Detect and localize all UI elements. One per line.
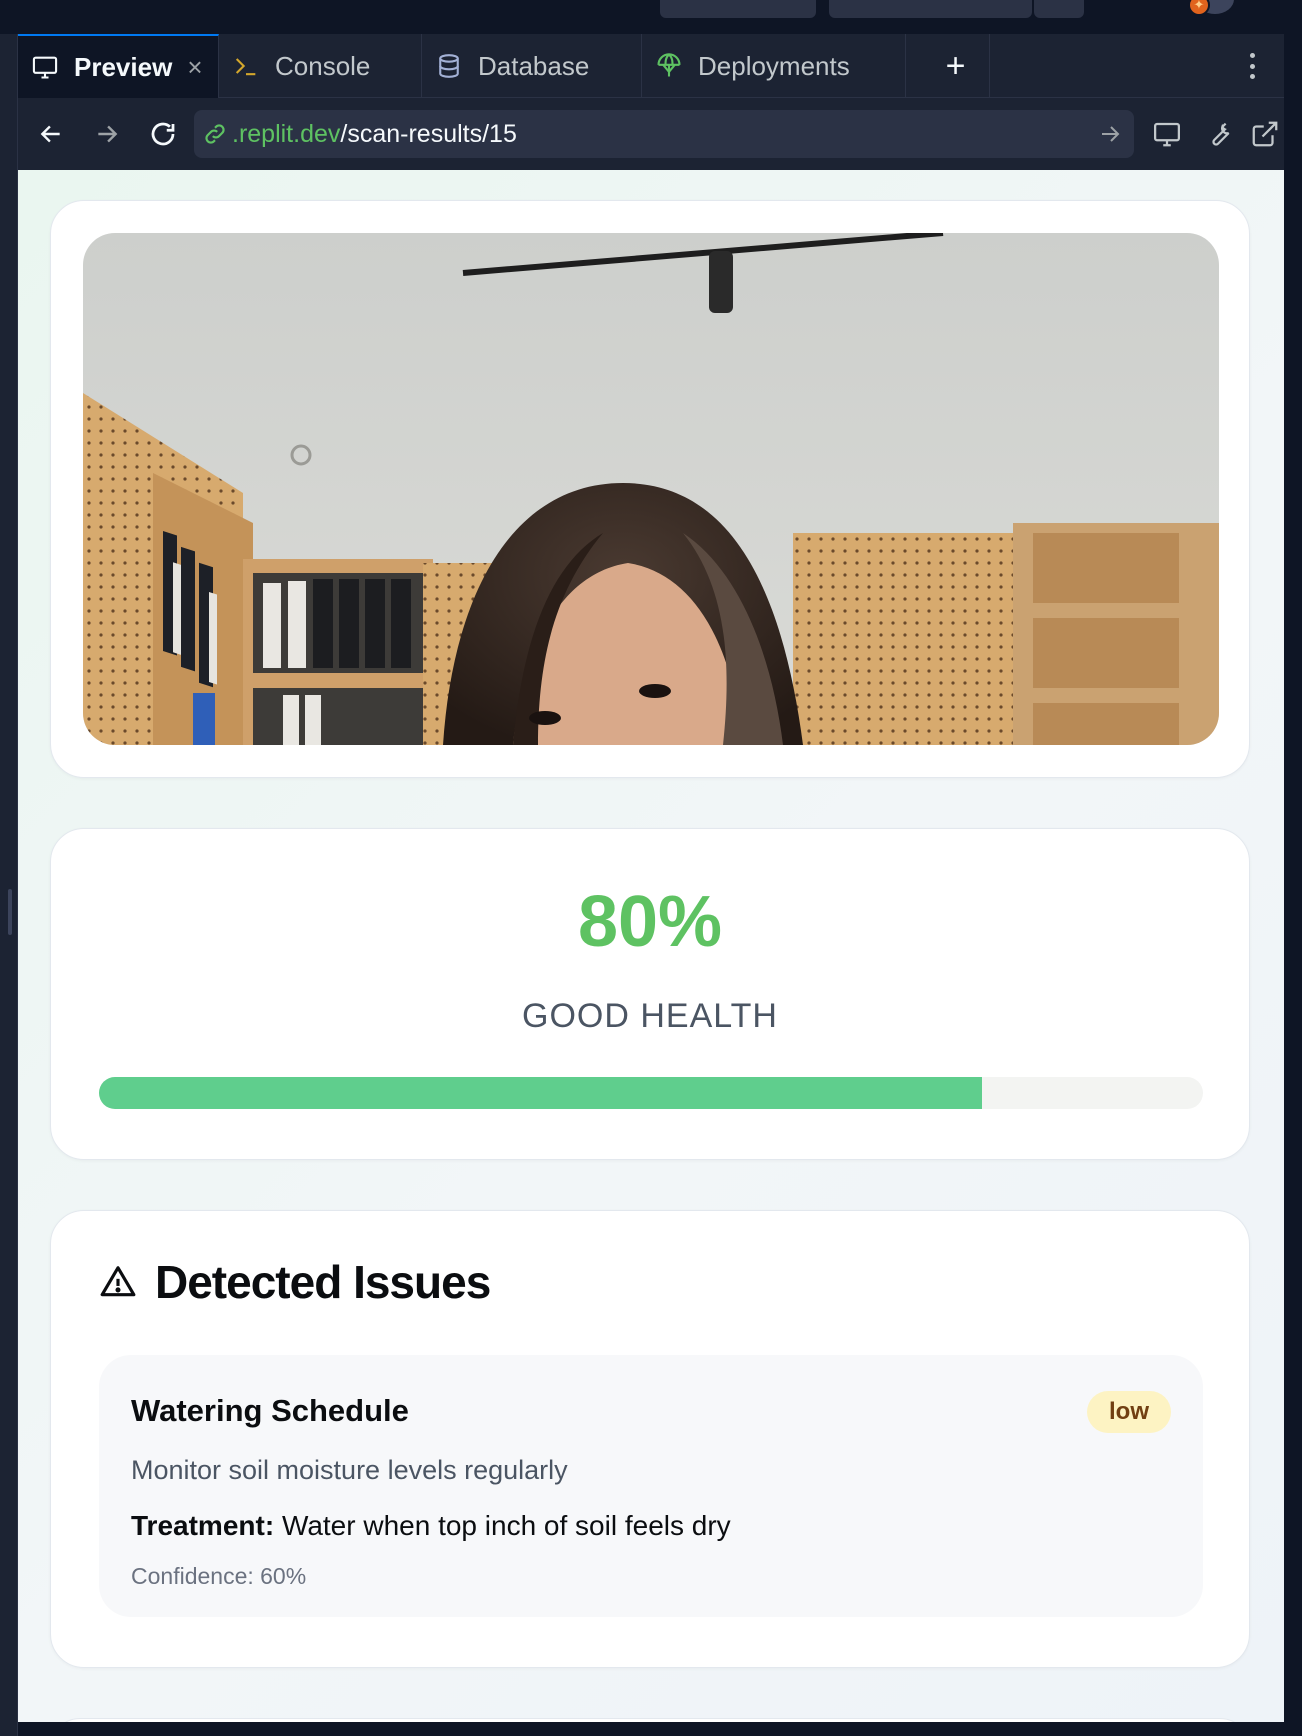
- preview-viewport: 80% GOOD HEALTH Detected Issues Watering…: [18, 170, 1284, 1722]
- issue-confidence: Confidence: 60%: [131, 1563, 307, 1589]
- external-link-icon: [1252, 121, 1278, 147]
- health-progress-fill: [99, 1077, 983, 1109]
- treatment-label: Treatment:: [131, 1510, 275, 1541]
- add-tab-button[interactable]: +: [922, 34, 990, 98]
- top-toolbar-pill[interactable]: [1034, 0, 1084, 18]
- url-bar: .replit.dev/scan-results/15: [18, 98, 1284, 170]
- issue-treatment: Treatment: Water when top inch of soil f…: [131, 1510, 731, 1542]
- tab-preview[interactable]: Preview ×: [18, 34, 219, 98]
- device-preview-button[interactable]: [1146, 113, 1188, 155]
- tab-label: Preview: [74, 51, 173, 82]
- go-arrow-icon[interactable]: [1098, 122, 1122, 146]
- scan-photo: [83, 233, 1219, 745]
- reload-icon: [151, 122, 175, 146]
- issue-title: Watering Schedule: [131, 1393, 409, 1428]
- tab-console[interactable]: Console: [219, 34, 422, 98]
- url-input[interactable]: .replit.dev/scan-results/15: [194, 110, 1134, 158]
- tab-bar: Preview × Console Database Deployments +: [18, 34, 1284, 98]
- health-progress-bar: [99, 1077, 1203, 1109]
- url-host: .replit.dev: [232, 119, 341, 148]
- tab-label: Console: [275, 50, 371, 81]
- issue-item: Watering Schedule low Monitor soil moist…: [99, 1355, 1203, 1617]
- treatment-text: Water when top inch of soil feels dry: [281, 1510, 731, 1541]
- health-status-label: GOOD HEALTH: [522, 997, 778, 1035]
- terminal-icon: [231, 51, 261, 81]
- arrow-right-icon: [98, 125, 118, 143]
- severity-badge: low: [1087, 1391, 1171, 1433]
- issues-card: Detected Issues Watering Schedule low Mo…: [50, 1210, 1250, 1668]
- resize-handle[interactable]: [8, 889, 12, 935]
- tab-label: Database: [478, 50, 590, 81]
- image-card: [50, 200, 1250, 778]
- top-toolbar-strip: ✦: [0, 0, 1302, 34]
- more-options-icon[interactable]: [1238, 48, 1266, 84]
- left-panel-rail: [0, 34, 18, 1736]
- back-button[interactable]: [30, 113, 72, 155]
- tab-deployments[interactable]: Deployments: [642, 34, 906, 98]
- wrench-icon: [1212, 122, 1230, 146]
- health-score: 80%: [577, 882, 723, 962]
- warning-icon: [100, 1266, 136, 1297]
- forward-button[interactable]: [86, 113, 128, 155]
- top-toolbar-pill[interactable]: [829, 0, 1032, 18]
- link-icon: [205, 124, 225, 144]
- tab-database[interactable]: Database: [422, 34, 642, 98]
- close-icon[interactable]: ×: [182, 54, 208, 80]
- reload-button[interactable]: [142, 113, 184, 155]
- spark-icon: ✦: [1188, 0, 1210, 16]
- tab-label: Deployments: [698, 50, 850, 81]
- health-card: 80% GOOD HEALTH: [50, 828, 1250, 1160]
- issues-title: Detected Issues: [155, 1256, 491, 1308]
- deployments-icon: [654, 51, 684, 81]
- monitor-icon: [30, 52, 60, 82]
- devtools-button[interactable]: [1198, 113, 1240, 155]
- issues-heading: Detected Issues: [99, 1255, 491, 1309]
- database-icon: [434, 51, 464, 81]
- url-path: /scan-results/15: [340, 119, 517, 148]
- monitor-icon: [1154, 122, 1180, 147]
- top-toolbar-pill[interactable]: [660, 0, 816, 18]
- issue-description: Monitor soil moisture levels regularly: [131, 1455, 568, 1485]
- next-card: [50, 1718, 1250, 1722]
- open-new-window-button[interactable]: [1250, 113, 1280, 155]
- arrow-left-icon: [40, 125, 60, 143]
